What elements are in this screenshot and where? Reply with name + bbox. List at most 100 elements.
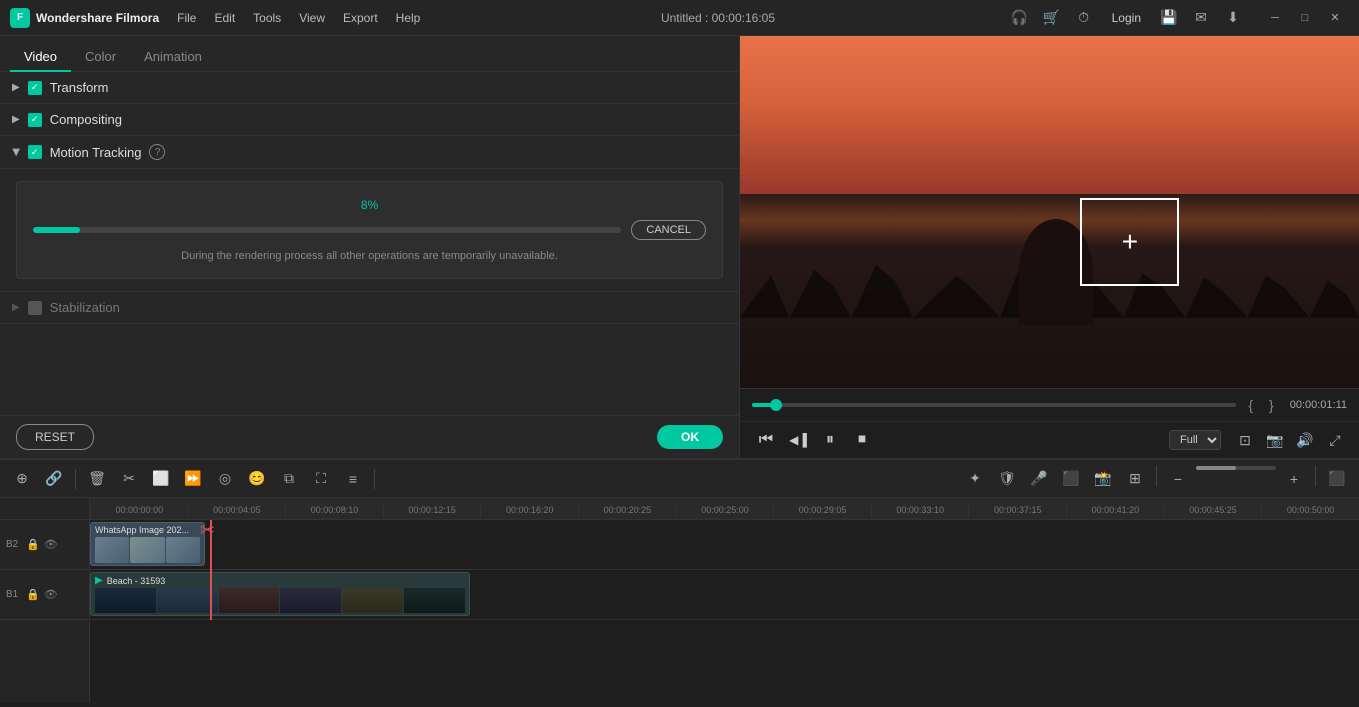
minimize-button[interactable]: ─ [1261,6,1289,30]
menu-tools[interactable]: Tools [245,7,289,29]
video-clip-play-icon: ▶ [95,575,103,586]
subtitle-icon[interactable]: ⬛ [1057,466,1085,492]
download-icon[interactable]: ⬇ [1221,6,1245,30]
clock-icon[interactable]: ⏱ [1072,6,1096,30]
fit-to-screen-icon[interactable]: ⊡ [1233,428,1257,452]
menu-bar: File Edit Tools View Export Help [169,7,428,29]
tab-animation[interactable]: Animation [130,43,216,72]
timeline-toolbar: ⊕ 🔗 🗑 ✂ ⬜ ⏩ ◎ 😊 ⧉ ⛶ ≡ ✦ 🛡 🎤 ⬛ 📸 ⊞ − + ⬛ [0,460,1359,498]
fullscreen-icon[interactable]: ⤢ [1323,428,1347,452]
mask-icon[interactable]: 🛡 [993,466,1021,492]
menu-edit[interactable]: Edit [206,7,243,29]
sky-gradient [740,36,1359,212]
video-clip[interactable]: ▶ Beach - 31593 [90,572,470,616]
speed-tool-icon[interactable]: ⏩ [179,466,207,492]
voiceover-icon[interactable]: 🎤 [1025,466,1053,492]
compositing-section-header[interactable]: ▶ ✓ Compositing [0,104,739,136]
filter-tool-icon[interactable]: ⧉ [275,466,303,492]
preview-area: + [740,36,1359,388]
sticker-tool-icon[interactable]: 😊 [243,466,271,492]
video-frame-3 [219,588,280,613]
menu-view[interactable]: View [291,7,333,29]
save-icon[interactable]: 💾 [1157,6,1181,30]
title-right-icons: 🎧 🛒 ⏱ Login 💾 ✉ ⬇ ─ □ ✕ [1008,6,1349,30]
stabilization-section-header[interactable]: ▶ Stabilization [0,292,739,324]
compositing-checkbox[interactable]: ✓ [28,113,42,127]
track-1-lock-icon[interactable]: 🔒 [26,588,40,601]
progress-bar-background [33,227,621,233]
tab-video[interactable]: Video [10,43,71,72]
fullscreen-tool-icon[interactable]: ⛶ [307,466,335,492]
ruler-mark-7: 00:00:29:05 [773,505,871,517]
add-track-icon[interactable]: ⊕ [8,466,36,492]
bracket-left-icon[interactable]: { [1244,395,1257,415]
compositing-label: Compositing [50,112,122,127]
timeline-ruler: 00:00:00:00 00:00:04:05 00:00:08:10 00:0… [90,498,1359,520]
track-2-lock-icon[interactable]: 🔒 [26,538,40,551]
stabilization-arrow-icon: ▶ [12,302,20,313]
playback-slider[interactable] [752,403,1236,407]
zoom-out-icon[interactable]: − [1164,466,1192,492]
track-2-eye-icon[interactable]: 👁 [44,538,58,551]
app-logo: F Wondershare Filmora [10,8,159,28]
ruler-mark-11: 00:00:45:25 [1164,505,1262,517]
menu-help[interactable]: Help [388,7,429,29]
timeline-settings-icon[interactable]: ⬛ [1323,466,1351,492]
ok-button[interactable]: OK [657,425,723,449]
volume-icon[interactable]: 🔊 [1293,428,1317,452]
stop-button[interactable]: ⏹ [848,426,876,454]
login-button[interactable]: Login [1104,9,1149,27]
quality-selector[interactable]: Full 1/2 1/4 [1169,430,1221,450]
video-frame-5 [342,588,403,613]
close-button[interactable]: ✕ [1321,6,1349,30]
zoom-slider[interactable] [1196,466,1276,470]
cut-tool-icon[interactable]: ✂ [115,466,143,492]
track-1-label: B1 🔒 👁 [0,570,89,620]
bracket-right-icon[interactable]: } [1265,395,1278,415]
transform-checkbox[interactable]: ✓ [28,81,42,95]
image-clip[interactable]: WhatsApp Image 202... [90,522,205,566]
adjust-tool-icon[interactable]: ≡ [339,466,367,492]
transform-section-header[interactable]: ▶ ✓ Transform [0,72,739,104]
menu-file[interactable]: File [169,7,204,29]
motion-tracking-help-icon[interactable]: ? [149,144,165,160]
toolbar-separator-1 [75,469,76,489]
snapshot-icon[interactable]: 📸 [1089,466,1117,492]
maximize-button[interactable]: □ [1291,6,1319,30]
reset-button[interactable]: RESET [16,424,94,450]
track-1-eye-icon[interactable]: 👁 [44,588,58,601]
link-icon[interactable]: 🔗 [40,466,68,492]
crop-tool-icon[interactable]: ⬜ [147,466,175,492]
effects-icon[interactable]: ✦ [961,466,989,492]
screenshot-icon[interactable]: 📷 [1263,428,1287,452]
playback-slider-thumb[interactable] [770,399,782,411]
app-title: Untitled : 00:00:16:05 [428,11,1007,25]
menu-export[interactable]: Export [335,7,386,29]
frame-2 [130,537,164,563]
delete-tool-icon[interactable]: 🗑 [83,466,111,492]
stabilization-checkbox[interactable] [28,301,42,315]
timeline-area: ⊕ 🔗 🗑 ✂ ⬜ ⏩ ◎ 😊 ⧉ ⛶ ≡ ✦ 🛡 🎤 ⬛ 📸 ⊞ − + ⬛ [0,458,1359,703]
pip-icon[interactable]: ⊞ [1121,466,1149,492]
ruler-mark-8: 00:00:33:10 [871,505,969,517]
main-content: Video Color Animation ▶ ✓ Transform ▶ ✓ … [0,36,1359,458]
cancel-button[interactable]: CANCEL [631,220,706,240]
overlay-tool-icon[interactable]: ◎ [211,466,239,492]
zoom-in-icon[interactable]: + [1280,466,1308,492]
pause-button[interactable]: ⏸ [816,426,844,454]
transform-label: Transform [50,80,109,95]
frame-3 [166,537,200,563]
headphones-icon[interactable]: 🎧 [1008,6,1032,30]
frame-back-button[interactable]: ◀▐ [784,426,812,454]
progress-row: CANCEL [33,220,706,240]
skip-back-button[interactable]: ⏮ [752,426,780,454]
tab-color[interactable]: Color [71,43,130,72]
tracking-box[interactable]: + [1080,198,1179,286]
video-frame-1 [95,588,156,613]
mail-icon[interactable]: ✉ [1189,6,1213,30]
track-1-row: ▶ Beach - 31593 [90,570,1359,620]
motion-tracking-section-header[interactable]: ▶ ✓ Motion Tracking ? [0,136,739,169]
motion-tracking-checkbox[interactable]: ✓ [28,145,42,159]
playback-time: 00:00:01:11 [1290,399,1347,411]
cart-icon[interactable]: 🛒 [1040,6,1064,30]
